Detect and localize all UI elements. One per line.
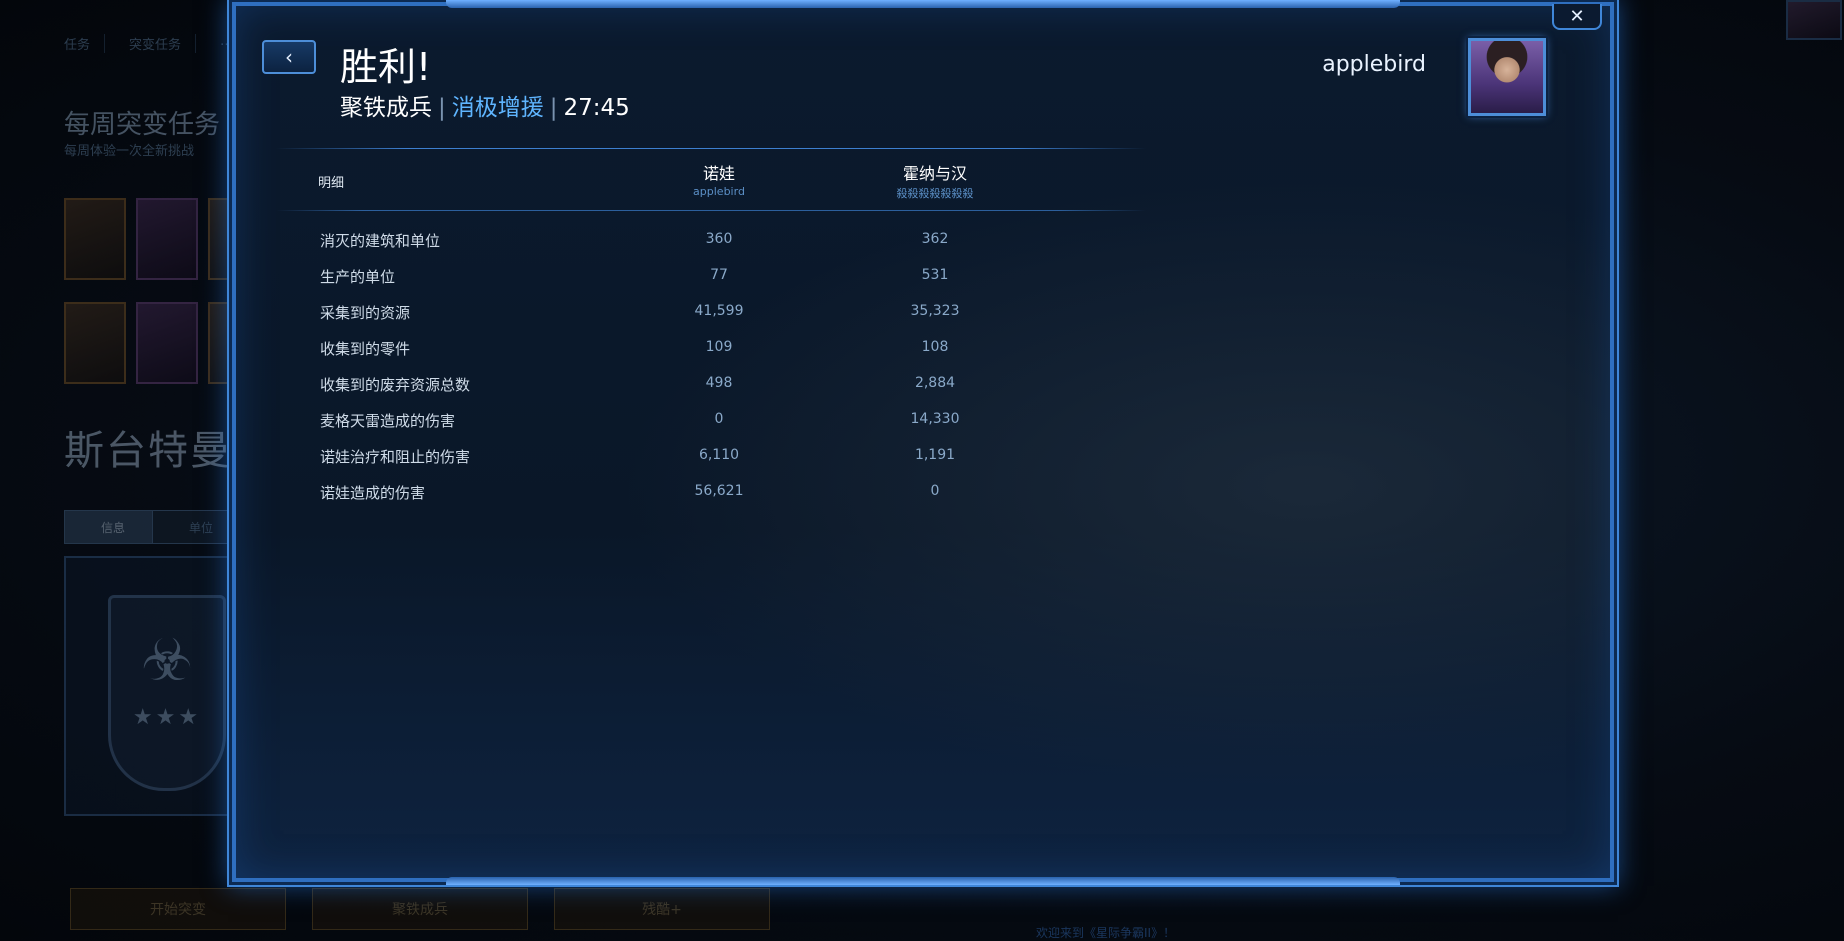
stats-table: 消灭的建筑和单位 360 362 生产的单位 77 531 采集到的资源 41,…: [236, 224, 1236, 512]
stat-value-player1: 6,110: [698, 447, 740, 463]
separator: |: [438, 95, 446, 121]
stat-label: 收集到的废弃资源总数: [320, 376, 471, 394]
chevron-left-icon: ‹: [285, 45, 293, 69]
background-tabs: 任务 突变任务 …: [64, 34, 249, 53]
stat-value-player2: 35,323: [910, 303, 960, 319]
stat-value-player2: 531: [921, 267, 949, 283]
player1-commander: 诺娃: [702, 164, 735, 183]
result-title: 胜利!: [340, 45, 432, 89]
bg-commander-portrait[interactable]: [64, 302, 126, 384]
stat-value-player2: 362: [921, 231, 949, 247]
player-avatar[interactable]: [1468, 38, 1546, 116]
close-button[interactable]: ✕: [1552, 4, 1602, 30]
header-divider: [276, 148, 1146, 149]
player1-column-header: 诺娃 applebird: [619, 160, 819, 198]
stat-label: 麦格天雷造成的伤害: [320, 412, 456, 430]
stat-label: 采集到的资源: [320, 304, 411, 322]
bg-tab-info[interactable]: 信息: [64, 510, 162, 544]
bg-start-button[interactable]: 开始突变: [70, 888, 286, 930]
score-dialog: ✕ ‹ 胜利! 聚铁成兵 | 消极增援 | 27:45 applebird 明细 诺娃 …: [232, 0, 1614, 885]
game-time: 27:45: [563, 95, 630, 121]
detail-header: 明细: [318, 176, 345, 191]
mutation-badge-icon: ☣ ★★★: [108, 595, 226, 791]
difficulty-label: 消极增援: [451, 95, 544, 121]
close-icon: ✕: [1569, 5, 1585, 27]
bg-tab-missions[interactable]: 任务: [64, 34, 106, 53]
table-row: 生产的单位 77 531: [236, 260, 1236, 296]
bg-mission-button[interactable]: 聚铁成兵: [312, 888, 528, 930]
table-row: 诺娃造成的伤害 56,621 0: [236, 476, 1236, 512]
mission-name: 聚铁成兵: [340, 95, 432, 121]
bg-subheading: 每周体验一次全新挑战: [64, 144, 195, 159]
stat-value-player1: 360: [705, 231, 733, 247]
stat-label: 诺娃治疗和阻止的伤害: [320, 448, 471, 466]
table-row: 采集到的资源 41,599 35,323: [236, 296, 1236, 332]
stat-value-player2: 2,884: [914, 375, 956, 391]
table-row: 收集到的零件 109 108: [236, 332, 1236, 368]
stat-value-player1: 109: [705, 339, 733, 355]
player2-commander: 霍纳与汉: [902, 164, 967, 183]
bg-map-title: 斯台特曼: [64, 428, 232, 474]
bg-profile-avatar[interactable]: [1786, 0, 1842, 40]
table-row: 诺娃治疗和阻止的伤害 6,110 1,191: [236, 440, 1236, 476]
bg-heading: 每周突变任务: [64, 110, 221, 140]
stat-label: 诺娃造成的伤害: [320, 484, 426, 502]
stat-value-player2: 108: [921, 339, 949, 355]
player2-column-header: 霍纳与汉 殺殺殺殺殺殺殺: [835, 160, 1035, 201]
stat-value-player1: 41,599: [694, 303, 744, 319]
bg-commander-portrait[interactable]: [64, 198, 126, 280]
table-divider: [276, 210, 1146, 211]
stars-icon: ★★★: [132, 705, 202, 730]
stat-value-player1: 77: [710, 267, 728, 283]
table-row: 收集到的废弃资源总数 498 2,884: [236, 368, 1236, 404]
stat-value-player1: 498: [705, 375, 733, 391]
mission-summary: 聚铁成兵 | 消极增援 | 27:45: [340, 88, 630, 122]
bg-tab-mutation[interactable]: 突变任务: [129, 34, 197, 53]
stat-label: 生产的单位: [320, 268, 396, 286]
table-row: 消灭的建筑和单位 360 362: [236, 224, 1236, 260]
bg-commander-portrait[interactable]: [136, 198, 198, 280]
stat-value-player2: 14,330: [910, 411, 960, 427]
bg-difficulty-button[interactable]: 残酷+: [554, 888, 770, 930]
player-name: applebird: [1322, 52, 1426, 77]
stat-value-player1: 56,621: [694, 483, 744, 499]
table-row: 麦格天雷造成的伤害 0 14,330: [236, 404, 1236, 440]
player2-name: 殺殺殺殺殺殺殺: [896, 187, 974, 200]
back-button[interactable]: ‹: [262, 40, 316, 74]
stat-value-player2: 0: [930, 483, 940, 499]
stat-label: 收集到的零件: [320, 340, 411, 358]
bg-commander-portrait[interactable]: [136, 302, 198, 384]
stat-value-player1: 0: [714, 411, 724, 427]
stat-label: 消灭的建筑和单位: [320, 232, 441, 250]
player1-name: applebird: [693, 185, 745, 198]
stat-value-player2: 1,191: [914, 447, 956, 463]
biohazard-icon: ☣: [141, 626, 193, 694]
separator: |: [549, 95, 558, 121]
